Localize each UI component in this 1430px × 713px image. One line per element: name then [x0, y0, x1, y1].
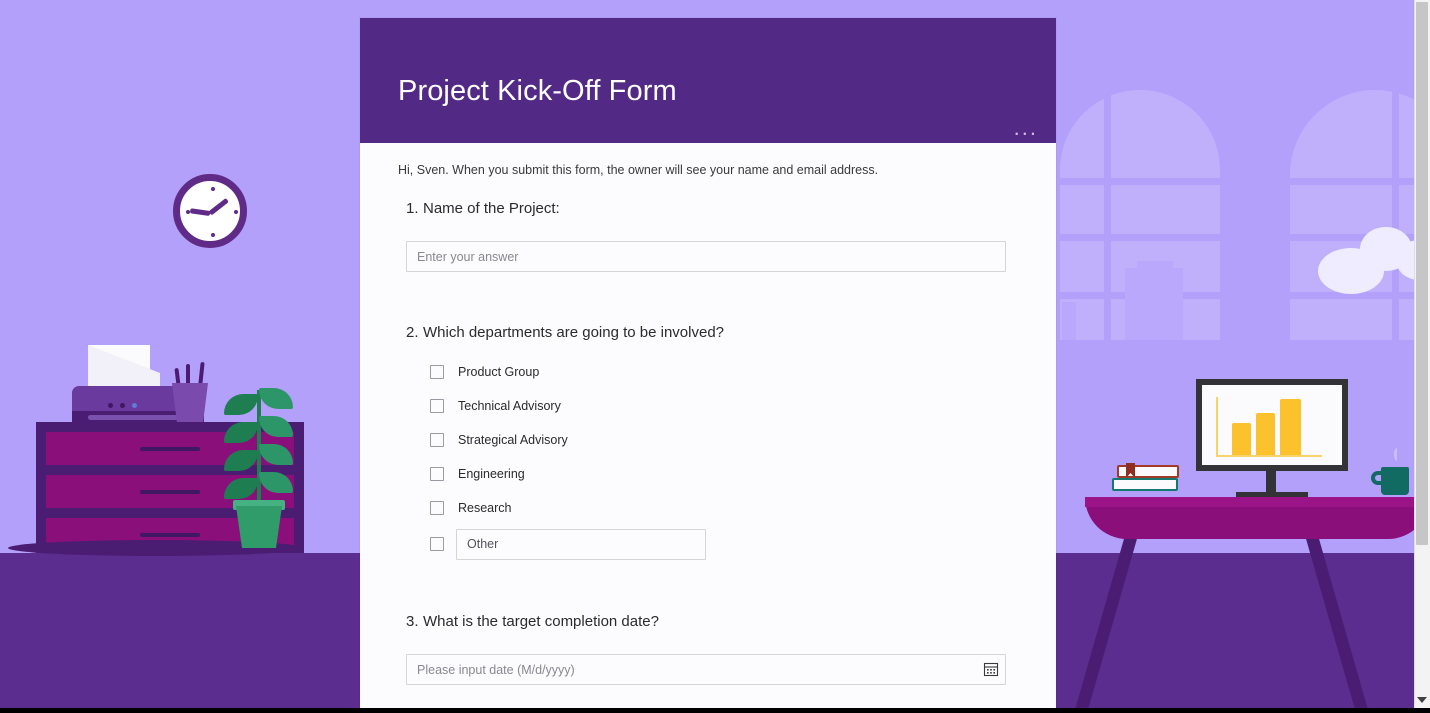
coffee-mug [1381, 467, 1409, 495]
checkbox-option-product-group[interactable]: Product Group [430, 355, 1026, 389]
calendar-icon[interactable] [983, 661, 999, 677]
window-mullion [1392, 90, 1399, 340]
window-mullion [1060, 178, 1220, 185]
monitor-stand-neck [1266, 471, 1276, 493]
browser-viewport: Project Kick-Off Form ... Hi, Sven. When… [0, 0, 1430, 713]
wall-clock-icon [173, 174, 247, 248]
printer-led [108, 403, 113, 408]
greeting-text: Hi, Sven. When you submit this form, the… [398, 163, 879, 177]
option-label: Research [458, 501, 512, 515]
question-2-number: 2. [406, 324, 419, 341]
question-2: 2. Which departments are going to be inv… [406, 323, 1026, 563]
question-3-title: 3. What is the target completion date? [406, 612, 1026, 632]
checkbox-option-research[interactable]: Research [430, 491, 1026, 525]
question-3-number: 3. [406, 613, 419, 630]
chart-axis-y [1216, 397, 1218, 457]
question-1-title: 1. Name of the Project: [406, 199, 1026, 219]
form-card: Project Kick-Off Form ... Hi, Sven. When… [360, 18, 1056, 713]
question-3-label: What is the target completion date? [423, 613, 659, 630]
chart-bar [1280, 399, 1301, 455]
chart-axis-x [1216, 455, 1322, 457]
page-title: Project Kick-Off Form [398, 75, 677, 107]
checkbox-icon[interactable] [430, 537, 444, 551]
window-mullion [1290, 178, 1430, 185]
printer-led [120, 403, 125, 408]
option-label: Technical Advisory [458, 399, 561, 413]
building-silhouette [1125, 268, 1183, 340]
monitor [1196, 379, 1348, 471]
question-1-number: 1. [406, 200, 419, 217]
other-option-input[interactable] [456, 528, 706, 560]
checkbox-icon[interactable] [430, 501, 444, 515]
chart-bar [1232, 423, 1251, 455]
pen-cup [172, 383, 208, 423]
printer-led [132, 403, 137, 408]
scroll-down-arrow-icon[interactable] [1417, 697, 1427, 703]
form-header: Project Kick-Off Form ... [360, 18, 1056, 143]
building-silhouette-small [1062, 302, 1076, 340]
checkbox-icon[interactable] [430, 399, 444, 413]
checkbox-option-technical-advisory[interactable]: Technical Advisory [430, 389, 1026, 423]
option-label: Engineering [458, 467, 525, 481]
desk-top-edge [1085, 497, 1430, 507]
question-1-label: Name of the Project: [423, 200, 560, 217]
checkbox-icon[interactable] [430, 467, 444, 481]
question-3: 3. What is the target completion date? [406, 612, 1026, 685]
target-date-input[interactable] [406, 654, 1006, 685]
book [1112, 478, 1178, 491]
question-1: 1. Name of the Project: [406, 199, 1026, 272]
bottom-bar [0, 708, 1430, 713]
window-mullion [1060, 234, 1220, 241]
question-2-title: 2. Which departments are going to be inv… [406, 323, 1026, 343]
checkbox-option-engineering[interactable]: Engineering [430, 457, 1026, 491]
question-2-label: Which departments are going to be involv… [423, 324, 725, 341]
window-mullion [1104, 90, 1111, 340]
chart-bar [1256, 413, 1275, 455]
building-silhouette-top [1137, 261, 1173, 271]
printer-output-slot [88, 415, 188, 420]
overflow-menu-icon[interactable]: ... [1014, 117, 1038, 139]
plant-pot [236, 506, 282, 548]
steam [1394, 448, 1400, 461]
checkbox-icon[interactable] [430, 433, 444, 447]
checkbox-option-other[interactable] [430, 525, 1026, 563]
checkbox-icon[interactable] [430, 365, 444, 379]
option-label: Product Group [458, 365, 540, 379]
project-name-input[interactable] [406, 241, 1006, 272]
option-label: Strategical Advisory [458, 433, 568, 447]
vertical-scrollbar-track[interactable] [1414, 0, 1430, 708]
vertical-scrollbar-thumb[interactable] [1416, 2, 1428, 545]
checkbox-option-strategical-advisory[interactable]: Strategical Advisory [430, 423, 1026, 457]
